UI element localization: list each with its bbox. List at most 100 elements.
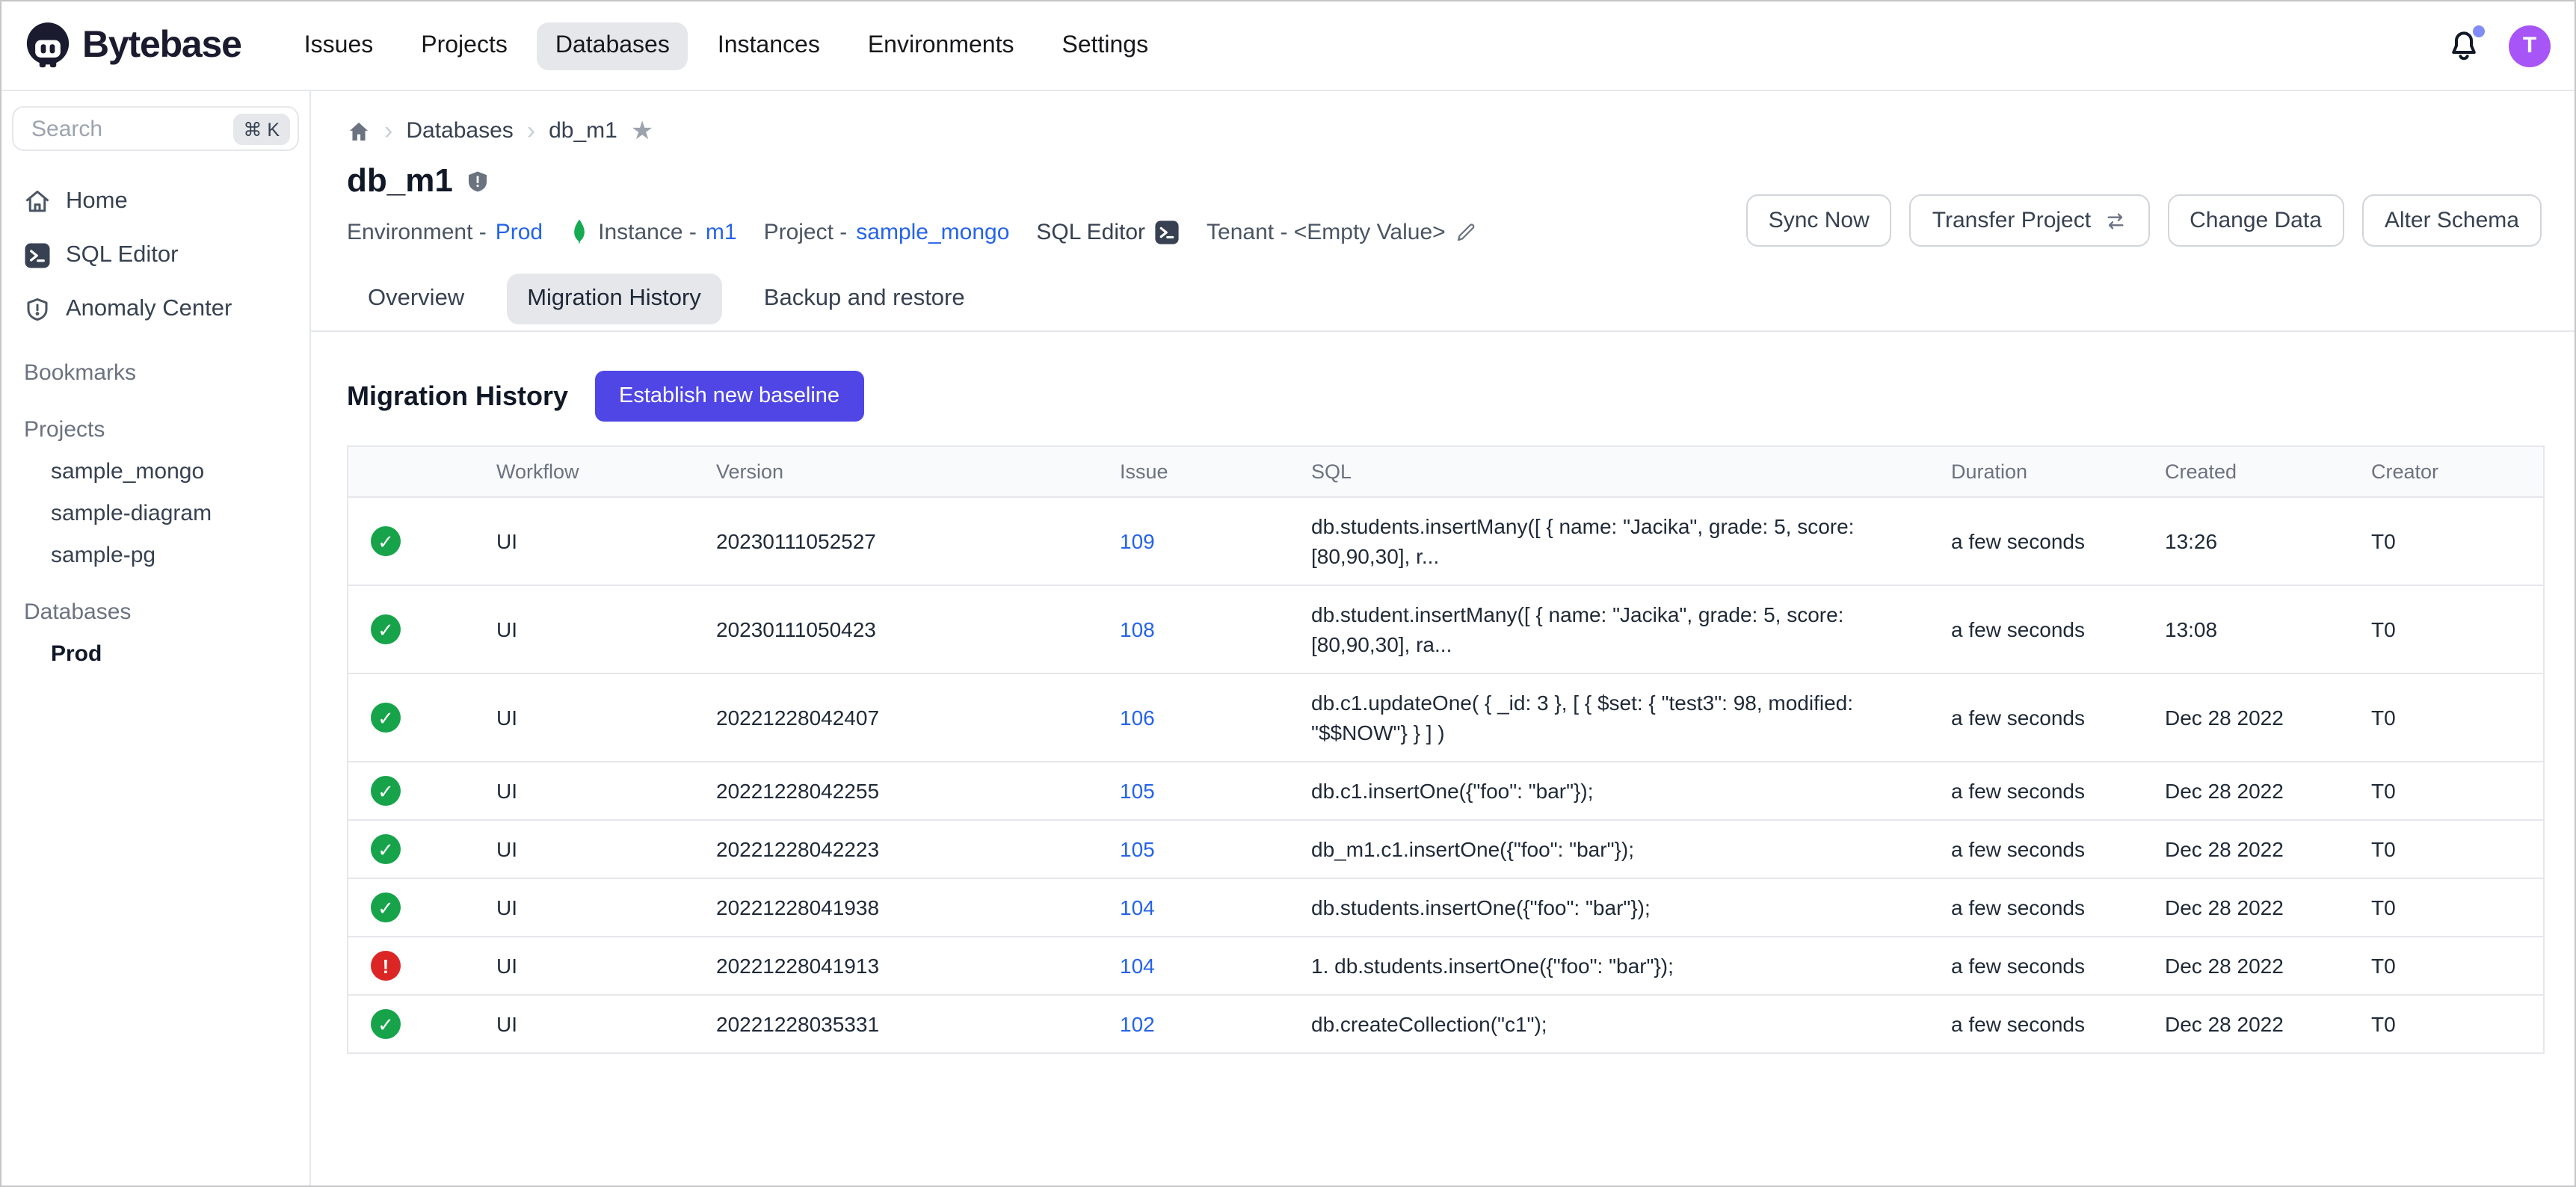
search-box[interactable]: ⌘ K bbox=[12, 106, 299, 151]
success-status-icon: ✓ bbox=[371, 1009, 401, 1039]
project-link[interactable]: sample_mongo bbox=[856, 220, 1009, 245]
bookmark-star-icon[interactable]: ★ bbox=[631, 118, 654, 144]
top-navigation-bar: Bytebase Issues Projects Databases Insta… bbox=[1, 1, 2575, 91]
issue-link[interactable]: 109 bbox=[1120, 529, 1155, 553]
environment-link[interactable]: Prod bbox=[496, 220, 543, 245]
notification-bell-icon[interactable] bbox=[2446, 28, 2482, 64]
issue-link[interactable]: 106 bbox=[1120, 706, 1155, 730]
duration-cell: a few seconds bbox=[1951, 996, 2165, 1052]
duration-cell: a few seconds bbox=[1951, 879, 2165, 936]
establish-baseline-button[interactable]: Establish new baseline bbox=[595, 371, 863, 422]
workflow-cell: UI bbox=[496, 601, 716, 658]
home-icon bbox=[24, 188, 51, 215]
sidebar-item-home[interactable]: Home bbox=[12, 175, 299, 229]
header-status bbox=[348, 458, 496, 485]
tab-overview[interactable]: Overview bbox=[347, 274, 485, 324]
sidebar-project-sample-diagram[interactable]: sample-diagram bbox=[12, 492, 299, 534]
main-content: › Databases › db_m1 ★ db_m1 bbox=[311, 91, 2575, 1186]
change-data-button[interactable]: Change Data bbox=[2167, 194, 2344, 247]
sql-cell: db.student.insertMany([ { name: "Jacika"… bbox=[1311, 586, 1951, 673]
issue-link[interactable]: 105 bbox=[1120, 837, 1155, 861]
nav-item-issues[interactable]: Issues bbox=[286, 22, 392, 70]
sidebar-item-sql-editor[interactable]: SQL Editor bbox=[12, 229, 299, 283]
version-cell: 20230111050423 bbox=[716, 601, 1120, 658]
transfer-arrows-icon bbox=[2103, 209, 2127, 232]
bytebase-app-window: Bytebase Issues Projects Databases Insta… bbox=[0, 0, 2576, 1187]
shield-alert-icon bbox=[24, 296, 51, 323]
creator-cell: T0 bbox=[2371, 996, 2543, 1052]
header-workflow: Workflow bbox=[496, 447, 716, 496]
brand-name: Bytebase bbox=[82, 24, 241, 67]
nav-item-environments[interactable]: Environments bbox=[850, 22, 1032, 70]
success-status-icon: ✓ bbox=[371, 703, 401, 733]
sql-cell: db.createCollection("c1"); bbox=[1311, 996, 1951, 1052]
home-breadcrumb-icon[interactable] bbox=[347, 119, 371, 143]
duration-cell: a few seconds bbox=[1951, 762, 2165, 819]
header-issue: Issue bbox=[1120, 447, 1311, 496]
transfer-project-button[interactable]: Transfer Project bbox=[1910, 194, 2149, 247]
workflow-cell: UI bbox=[496, 689, 716, 746]
tab-migration-history[interactable]: Migration History bbox=[506, 274, 722, 324]
sql-editor-meta[interactable]: SQL Editor bbox=[1036, 220, 1180, 245]
page-actions: Sync Now Transfer Project Change Data Al… bbox=[1746, 194, 2542, 247]
tab-backup-and-restore[interactable]: Backup and restore bbox=[743, 274, 986, 324]
sql-cell: db.c1.updateOne( { _id: 3 }, [ { $set: {… bbox=[1311, 674, 1951, 761]
sidebar-section-projects: Projects bbox=[12, 408, 299, 450]
migration-history-header: Migration History Establish new baseline bbox=[347, 371, 2542, 422]
shield-protect-icon bbox=[465, 168, 490, 194]
table-row: ✓ UI 20221228035331 102 db.createCollect… bbox=[348, 994, 2543, 1052]
version-cell: 20221228041913 bbox=[716, 937, 1120, 994]
nav-item-instances[interactable]: Instances bbox=[700, 22, 838, 70]
bytebase-logo[interactable]: Bytebase bbox=[25, 22, 241, 70]
page-header: db_m1 Environment - Prod bbox=[347, 161, 2542, 247]
issue-link[interactable]: 108 bbox=[1120, 617, 1155, 641]
sidebar-project-sample-mongo[interactable]: sample_mongo bbox=[12, 450, 299, 492]
tab-bar: Overview Migration History Backup and re… bbox=[347, 274, 2542, 324]
workflow-cell: UI bbox=[496, 937, 716, 994]
success-status-icon: ✓ bbox=[371, 776, 401, 806]
project-meta: Project - sample_mongo bbox=[764, 220, 1010, 245]
search-input[interactable] bbox=[28, 114, 232, 143]
creator-cell: T0 bbox=[2371, 762, 2543, 819]
nav-item-databases[interactable]: Databases bbox=[537, 22, 688, 70]
issue-link[interactable]: 105 bbox=[1120, 779, 1155, 803]
notification-dot bbox=[2473, 25, 2485, 37]
nav-item-settings[interactable]: Settings bbox=[1044, 22, 1166, 70]
workflow-cell: UI bbox=[496, 996, 716, 1052]
issue-link[interactable]: 104 bbox=[1120, 954, 1155, 978]
breadcrumb-databases[interactable]: Databases bbox=[406, 118, 513, 144]
duration-cell: a few seconds bbox=[1951, 601, 2165, 658]
creator-cell: T0 bbox=[2371, 879, 2543, 936]
created-cell: Dec 28 2022 bbox=[2165, 879, 2371, 936]
issue-link[interactable]: 102 bbox=[1120, 1012, 1155, 1036]
tab-divider bbox=[311, 330, 2575, 332]
issue-link[interactable]: 104 bbox=[1120, 895, 1155, 919]
sync-now-button[interactable]: Sync Now bbox=[1746, 194, 1892, 247]
sql-cell: 1. db.students.insertOne({"foo": "bar"})… bbox=[1311, 937, 1951, 994]
table-row: ✓ UI 20221228042255 105 db.c1.insertOne(… bbox=[348, 761, 2543, 819]
created-cell: Dec 28 2022 bbox=[2165, 996, 2371, 1052]
success-status-icon: ✓ bbox=[371, 614, 401, 644]
breadcrumb: › Databases › db_m1 ★ bbox=[347, 118, 2542, 144]
sidebar-project-sample-pg[interactable]: sample-pg bbox=[12, 534, 299, 576]
duration-cell: a few seconds bbox=[1951, 689, 2165, 746]
sql-editor-label: SQL Editor bbox=[1036, 220, 1145, 245]
keyboard-shortcut-badge: ⌘ K bbox=[232, 113, 290, 144]
sidebar-item-anomaly-center[interactable]: Anomaly Center bbox=[12, 283, 299, 336]
sql-cell: db.students.insertMany([ { name: "Jacika… bbox=[1311, 498, 1951, 585]
version-cell: 20221228041938 bbox=[716, 879, 1120, 936]
success-status-icon: ✓ bbox=[371, 892, 401, 922]
duration-cell: a few seconds bbox=[1951, 821, 2165, 878]
tenant-label: Tenant - <Empty Value> bbox=[1207, 220, 1446, 245]
table-row: ✓ UI 20221228042223 105 db_m1.c1.insertO… bbox=[348, 819, 2543, 878]
instance-meta: Instance - m1 bbox=[570, 218, 736, 247]
breadcrumb-db-m1[interactable]: db_m1 bbox=[549, 118, 617, 144]
alter-schema-button[interactable]: Alter Schema bbox=[2362, 194, 2542, 247]
user-avatar[interactable]: T bbox=[2509, 25, 2551, 67]
pencil-edit-icon[interactable] bbox=[1455, 221, 1477, 244]
migration-history-table: Workflow Version Issue SQL Duration Crea… bbox=[347, 445, 2545, 1054]
nav-item-projects[interactable]: Projects bbox=[403, 22, 526, 70]
sidebar-database-prod[interactable]: Prod bbox=[12, 632, 299, 674]
instance-link[interactable]: m1 bbox=[706, 220, 737, 245]
migration-table-body: ✓ UI 20230111052527 109 db.students.inse… bbox=[348, 498, 2543, 1052]
